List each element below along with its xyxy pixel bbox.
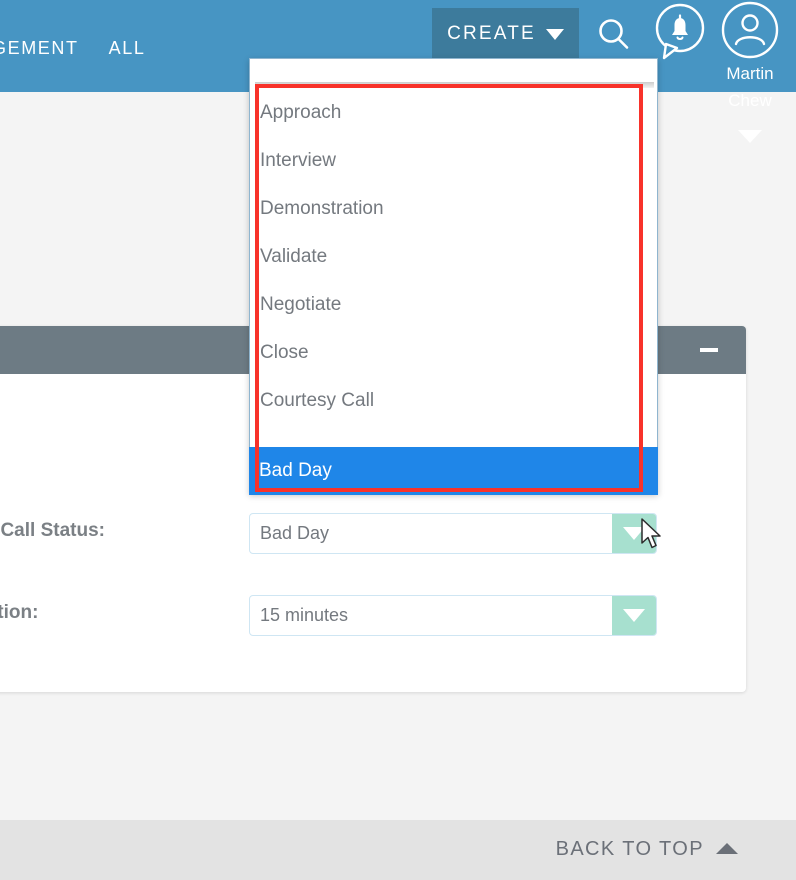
user-name-label[interactable]: Martin Chew: [704, 60, 796, 114]
form-row-post-call-status: Post Call Status: * Bad Day: [0, 513, 746, 580]
dropdown-inner-top-shadow: [255, 82, 654, 88]
post-call-status-select[interactable]: Bad Day: [249, 513, 657, 554]
duration-label: Duration:: [0, 602, 39, 623]
nav-link-management[interactable]: GEMENT: [0, 38, 79, 59]
duration-select[interactable]: 15 minutes: [249, 595, 657, 636]
create-button[interactable]: CREATE: [432, 8, 579, 60]
post-call-status-dropdown-toggle[interactable]: [612, 514, 656, 553]
dropdown-option[interactable]: Negotiate: [250, 281, 657, 329]
dropdown-option[interactable]: Courtesy Call: [250, 377, 657, 425]
post-call-status-label: Post Call Status:: [0, 520, 105, 541]
post-call-status-selected-value: Bad Day: [260, 523, 330, 543]
user-menu-chevron-down-icon[interactable]: [738, 130, 762, 143]
chevron-up-icon: [716, 842, 738, 854]
nav-link-all[interactable]: ALL: [109, 38, 146, 59]
post-call-status-dropdown-list[interactable]: Approach Interview Demonstration Validate Ne…: [249, 58, 658, 494]
chevron-down-icon: [623, 609, 645, 622]
chevron-down-icon: [623, 527, 645, 540]
chevron-down-icon: [545, 28, 564, 40]
user-avatar-icon[interactable]: [720, 0, 780, 60]
dropdown-option[interactable]: Demonstration: [250, 185, 657, 233]
duration-dropdown-toggle[interactable]: [612, 596, 656, 635]
search-icon[interactable]: [596, 16, 634, 54]
dropdown-option-selected[interactable]: Bad Day: [249, 447, 658, 495]
back-to-top-button[interactable]: BACK TO TOP: [556, 838, 738, 861]
duration-selected-value: 15 minutes: [260, 605, 349, 625]
dropdown-options-list: Approach Interview Demonstration Validate Ne…: [250, 89, 657, 425]
dropdown-option[interactable]: Interview: [250, 137, 657, 185]
dropdown-option[interactable]: Close: [250, 329, 657, 377]
dropdown-option[interactable]: Approach: [250, 89, 657, 137]
form-row-duration: Duration: * 15 minutes: [0, 595, 746, 662]
app-root: GEMENT ALL CREATE Martin Chew Call Statu…: [0, 0, 796, 880]
create-button-label: CREATE: [447, 23, 536, 44]
dropdown-option[interactable]: Validate: [250, 233, 657, 281]
notification-bell-icon[interactable]: [652, 2, 708, 64]
minimize-button[interactable]: [700, 348, 718, 352]
back-to-top-label: BACK TO TOP: [555, 838, 704, 860]
nav-links-group: GEMENT ALL: [0, 38, 145, 59]
page-footer: BACK TO TOP: [0, 820, 796, 880]
